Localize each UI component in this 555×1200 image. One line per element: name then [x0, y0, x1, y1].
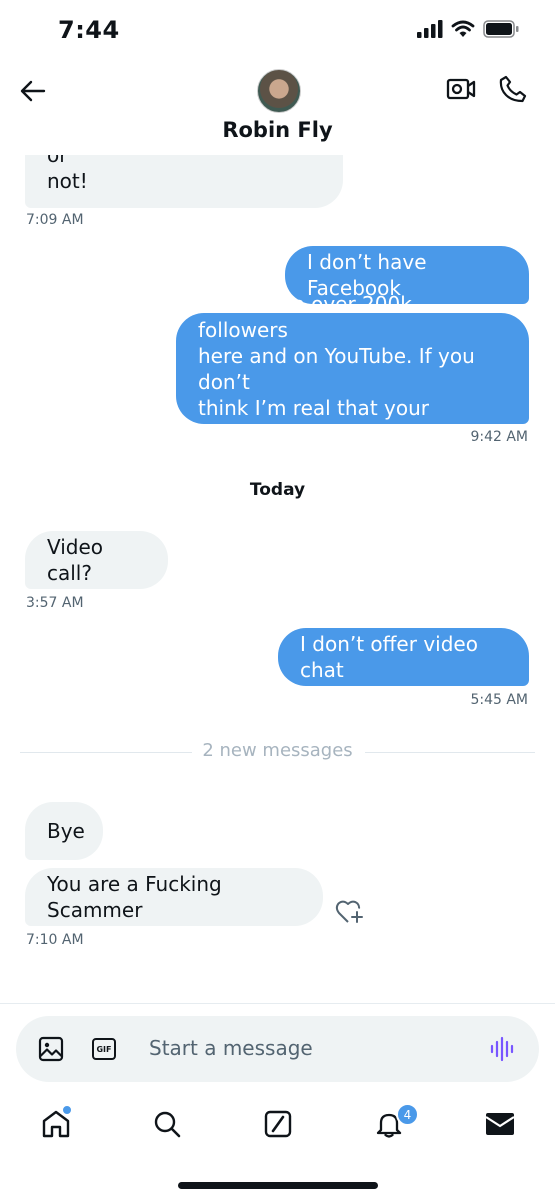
message-line: here and on YouTube. If you don’t: [198, 343, 475, 394]
grok-icon: [264, 1110, 292, 1138]
message-text: not!: [47, 169, 88, 193]
video-camera-icon: [446, 78, 476, 100]
message-text: I don’t offer video chat: [300, 632, 478, 682]
message-timestamp: 7:10 AM: [26, 932, 84, 948]
voice-icon[interactable]: [490, 1036, 516, 1062]
message-timestamp: 9:42 AM: [470, 429, 528, 445]
message-bubble-incoming[interactable]: Bye: [25, 802, 103, 860]
composer-divider: [0, 1003, 555, 1004]
gif-icon: GIF: [96, 1044, 112, 1054]
back-button[interactable]: [16, 74, 50, 108]
message-timestamp: 7:09 AM: [26, 212, 84, 228]
tab-messages[interactable]: [482, 1106, 518, 1142]
notifications-badge: 4: [396, 1103, 419, 1126]
contact-avatar[interactable]: [257, 69, 301, 113]
message-bubble-outgoing[interactable]: And I have over 200k followers here and …: [176, 292, 529, 446]
message-composer[interactable]: GIF Start a message: [16, 1016, 539, 1082]
message-text: Video call?: [47, 535, 104, 585]
message-bubble-incoming[interactable]: You are a Fucking Scammer: [25, 868, 323, 926]
bottom-tab-bar: 4: [0, 1092, 555, 1162]
audio-call-button[interactable]: [498, 74, 530, 106]
home-notification-dot: [61, 1104, 73, 1116]
day-separator: Today: [249, 480, 306, 500]
message-bubble-incoming[interactable]: Video call?: [25, 531, 168, 589]
add-reaction-icon[interactable]: [335, 898, 365, 926]
message-timestamp: 5:45 AM: [470, 692, 528, 708]
messages-icon: [485, 1113, 515, 1135]
back-arrow-icon: [20, 80, 46, 102]
message-text: Bye: [47, 819, 85, 843]
message-bubble-outgoing[interactable]: I don’t offer video chat: [278, 628, 529, 686]
conversation-header: Robin Fly: [0, 60, 555, 155]
search-icon: [154, 1111, 181, 1138]
message-line: think I’m real that your problem: [198, 395, 429, 446]
new-messages-label: 2 new messages: [202, 740, 353, 761]
tab-search[interactable]: [149, 1106, 185, 1142]
gif-button[interactable]: GIF: [92, 1038, 116, 1060]
message-input[interactable]: Start a message: [149, 1036, 313, 1060]
tab-grok[interactable]: [260, 1106, 296, 1142]
message-text: You are a Fucking Scammer: [47, 872, 222, 922]
contact-name[interactable]: Robin Fly: [0, 118, 555, 142]
message-line: And I have over 200k followers: [198, 291, 412, 342]
video-call-button[interactable]: [446, 76, 478, 106]
home-indicator: [178, 1182, 378, 1189]
phone-icon: [499, 75, 527, 103]
image-icon[interactable]: [38, 1036, 64, 1062]
message-timestamp: 3:57 AM: [26, 595, 84, 611]
